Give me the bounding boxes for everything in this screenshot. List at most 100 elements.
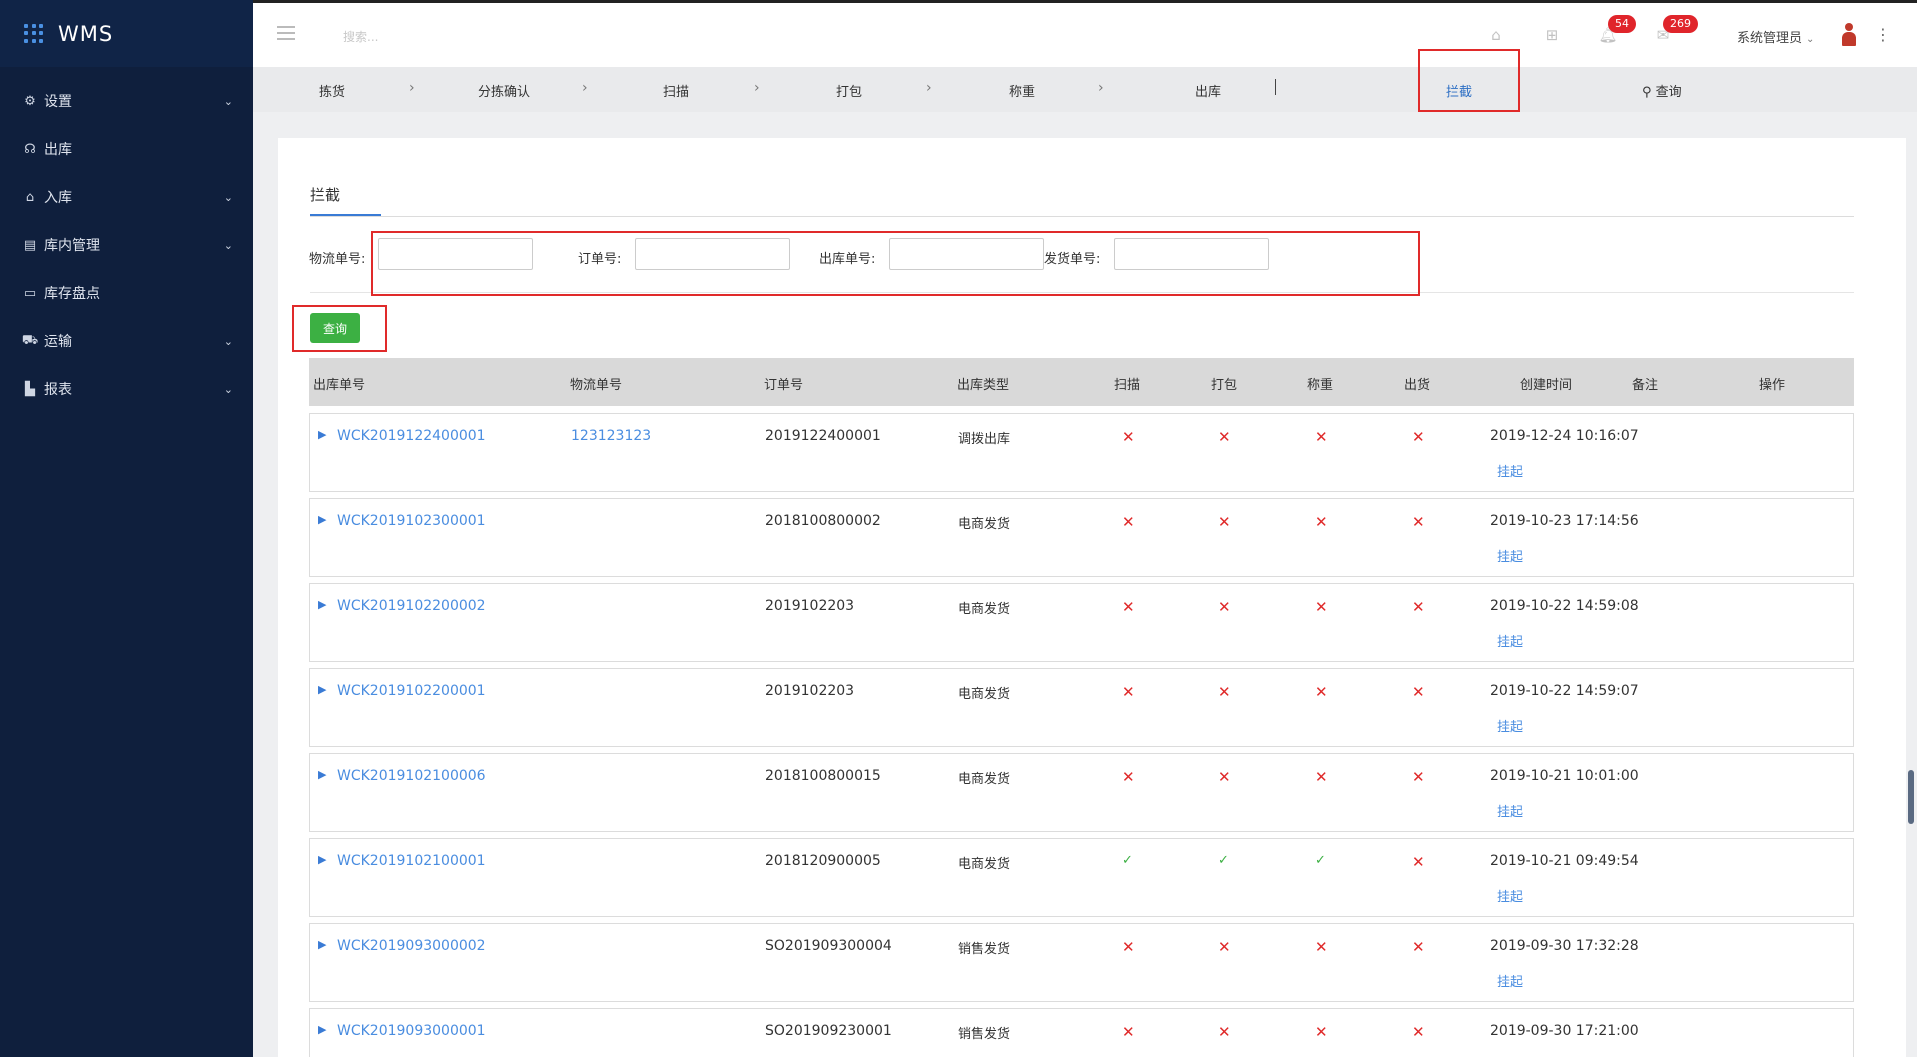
cross-icon: ✕: [1218, 428, 1231, 446]
scrollbar-thumb[interactable]: [1908, 770, 1914, 824]
table-row[interactable]: ▶ WCK2019102300001 2018100800002 电商发货 ✕ ✕ ✕ ✕ 20…: [309, 498, 1854, 577]
check-icon: ✓: [1122, 853, 1133, 868]
sidebar-item-inbound[interactable]: ⌂ 入库 ⌄: [0, 173, 253, 221]
expand-caret-icon[interactable]: ▶: [318, 428, 326, 441]
brand[interactable]: WMS: [0, 0, 253, 67]
tab-intercept[interactable]: 拦截: [1446, 81, 1472, 100]
menu-toggle-icon[interactable]: [277, 26, 295, 40]
logistics-no-input[interactable]: [378, 238, 533, 270]
outbound-no-input[interactable]: [889, 238, 1044, 270]
column-header: 操作: [1759, 378, 1786, 393]
outbound-no-link[interactable]: WCK2019102100001: [337, 853, 486, 869]
table-row[interactable]: ▶ WCK2019093000001 SO201909230001 销售发货 ✕ ✕ ✕ ✕ 2…: [309, 1008, 1854, 1057]
sidebar: WMS ⚙ 设置 ⌄ ☊ 出库 ⌂ 入库 ⌄ ▤ 库内管理 ⌄ ▭ 库存盘点 ⛟…: [0, 0, 253, 1057]
cross-icon: ✕: [1315, 683, 1328, 701]
tab-pack[interactable]: 打包: [836, 81, 862, 100]
expand-caret-icon[interactable]: ▶: [318, 1023, 326, 1036]
shipment-no-input[interactable]: [1114, 238, 1269, 270]
expand-caret-icon[interactable]: ▶: [318, 938, 326, 951]
cross-icon: ✕: [1218, 513, 1231, 531]
tab-sort-confirm[interactable]: 分拣确认: [478, 81, 530, 100]
logistics-no-link[interactable]: 123123123: [571, 428, 651, 444]
table-row[interactable]: ▶ WCK2019102200001 2019102203 电商发货 ✕ ✕ ✕ ✕ 2019-…: [309, 668, 1854, 747]
created-time: 2019-10-22 14:59:08: [1490, 598, 1639, 614]
flow-search-link[interactable]: ⚲ 查询: [1642, 81, 1682, 100]
cross-icon: ✕: [1412, 853, 1425, 871]
sidebar-item-stocktake[interactable]: ▭ 库存盘点: [0, 269, 253, 317]
cross-icon: ✕: [1122, 768, 1135, 786]
order-no: SO201909230001: [765, 1023, 892, 1039]
expand-caret-icon[interactable]: ▶: [318, 768, 326, 781]
table-row[interactable]: ▶ WCK2019102100001 2018120900005 电商发货 ✓ ✓ ✓ ✕ 20…: [309, 838, 1854, 917]
bell-icon[interactable]: 🔔︎ 54: [1598, 15, 1636, 45]
created-time: 2019-12-24 10:16:07: [1490, 428, 1639, 444]
order-no: SO201909300004: [765, 938, 892, 954]
search-input[interactable]: [343, 25, 583, 49]
tab-picking[interactable]: 拣货: [319, 81, 345, 100]
hang-up-link[interactable]: 挂起: [1497, 886, 1523, 905]
outbound-no-link[interactable]: WCK2019093000002: [337, 938, 486, 954]
cross-icon: ✕: [1218, 1023, 1231, 1041]
table-row[interactable]: ▶ WCK2019093000002 SO201909300004 销售发货 ✕ ✕ ✕ ✕ 2…: [309, 923, 1854, 1002]
column-header: 出货: [1404, 378, 1431, 393]
workflow-tabs: 拣货 › 分拣确认 › 扫描 › 打包 › 称重 › 出库 拦截 ⚲ 查询: [253, 67, 1917, 112]
expand-caret-icon[interactable]: ▶: [318, 853, 326, 866]
mail-icon[interactable]: ✉ 269: [1653, 15, 1698, 45]
hang-up-link[interactable]: 挂起: [1497, 716, 1523, 735]
outbound-no-link[interactable]: WCK2019102200001: [337, 683, 486, 699]
hang-up-link[interactable]: 挂起: [1497, 801, 1523, 820]
grid-icon[interactable]: ⊞: [1542, 25, 1562, 45]
order-no: 2019122400001: [765, 428, 881, 444]
hang-up-link[interactable]: 挂起: [1497, 971, 1523, 990]
sidebar-item-transport[interactable]: ⛟ 运输 ⌄: [0, 317, 253, 365]
tab-weigh[interactable]: 称重: [1009, 81, 1035, 100]
outbound-no-link[interactable]: WCK2019093000001: [337, 1023, 486, 1039]
avatar[interactable]: [1841, 23, 1857, 47]
main-panel: 拦截 物流单号: 订单号: 出库单号: 发货单号: 查询 出库单号 物流单号 订…: [278, 138, 1906, 1057]
outbound-type: 销售发货: [958, 942, 1011, 957]
bar-chart-icon: ▙: [25, 381, 35, 397]
sidebar-item-reports[interactable]: ▙ 报表 ⌄: [0, 365, 253, 413]
sidebar-item-warehouse-management[interactable]: ▤ 库内管理 ⌄: [0, 221, 253, 269]
table-row[interactable]: ▶ WCK2019102100006 2018100800015 电商发货 ✕ ✕ ✕ ✕ 20…: [309, 753, 1854, 832]
outbound-no-link[interactable]: WCK2019102200002: [337, 598, 486, 614]
hang-up-link[interactable]: 挂起: [1497, 461, 1523, 480]
user-menu[interactable]: 系统管理员 ⌄: [1737, 27, 1814, 46]
order-no-input[interactable]: [635, 238, 790, 270]
outbound-no-link[interactable]: WCK2019102100006: [337, 768, 486, 784]
cross-icon: ✕: [1218, 598, 1231, 616]
table-row[interactable]: ▶ WCK2019102200002 2019102203 电商发货 ✕ ✕ ✕ ✕ 2019-…: [309, 583, 1854, 662]
table-row[interactable]: ▶ WCK2019122400001 123123123 2019122400001 调…: [309, 413, 1854, 492]
search-icon: ⚲: [1642, 85, 1652, 100]
cross-icon: ✕: [1412, 768, 1425, 786]
column-header: 扫描: [1114, 378, 1141, 393]
tab-scan[interactable]: 扫描: [663, 81, 689, 100]
query-button[interactable]: 查询: [310, 313, 360, 343]
column-header: 出库单号: [313, 378, 366, 393]
hang-up-link[interactable]: 挂起: [1497, 546, 1523, 565]
home-icon[interactable]: ⌂: [1486, 25, 1506, 45]
outbound-no-link[interactable]: WCK2019102300001: [337, 513, 486, 529]
separator: [1275, 79, 1276, 95]
expand-caret-icon[interactable]: ▶: [318, 513, 326, 526]
outbound-no-label: 出库单号:: [819, 252, 876, 267]
user-name: 系统管理员: [1737, 31, 1803, 46]
order-no: 2019102203: [765, 683, 855, 699]
cross-icon: ✕: [1412, 1023, 1425, 1041]
flow-search-label: 查询: [1655, 85, 1682, 100]
tab-ship[interactable]: 出库: [1195, 81, 1221, 100]
sidebar-item-settings[interactable]: ⚙ 设置 ⌄: [0, 77, 253, 125]
sidebar-item-outbound[interactable]: ☊ 出库: [0, 125, 253, 173]
expand-caret-icon[interactable]: ▶: [318, 598, 326, 611]
expand-caret-icon[interactable]: ▶: [318, 683, 326, 696]
more-vertical-icon[interactable]: ⋮: [1875, 25, 1891, 44]
cross-icon: ✕: [1122, 938, 1135, 956]
column-header: 物流单号: [570, 378, 623, 393]
cross-icon: ✕: [1122, 1023, 1135, 1041]
outbound-no-link[interactable]: WCK2019122400001: [337, 428, 486, 444]
order-no: 2018120900005: [765, 853, 881, 869]
hang-up-link[interactable]: 挂起: [1497, 631, 1523, 650]
outbound-type: 电商发货: [958, 857, 1011, 872]
sidebar-item-label: 设置: [44, 94, 72, 110]
chevron-down-icon: ⌄: [223, 190, 233, 204]
